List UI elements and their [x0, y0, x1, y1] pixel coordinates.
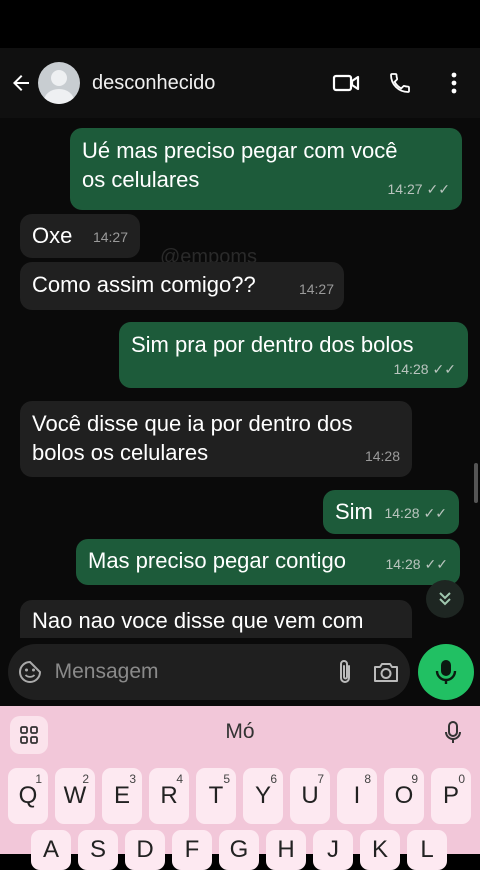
- message-incoming[interactable]: Oxe 14:27: [20, 214, 140, 258]
- contact-name[interactable]: desconhecido: [92, 72, 326, 95]
- video-call-icon: [332, 74, 360, 92]
- composer-bar: [0, 638, 480, 706]
- message-outgoing[interactable]: Sim pra por dentro dos bolos 14:28 ✓✓: [119, 322, 468, 388]
- status-bar: [0, 0, 480, 48]
- message-outgoing[interactable]: Ué mas preciso pegar com você os celular…: [70, 128, 462, 210]
- keyboard-toolbar: Mó: [0, 706, 480, 758]
- key-r[interactable]: R4: [149, 768, 189, 824]
- voice-message-button[interactable]: [418, 644, 474, 700]
- key-d[interactable]: D: [125, 830, 165, 870]
- video-call-button[interactable]: [326, 63, 366, 103]
- message-time: 14:28: [385, 556, 421, 572]
- key-s[interactable]: S: [78, 830, 118, 870]
- key-p[interactable]: P0: [431, 768, 471, 824]
- message-text-line: Como assim comigo??: [32, 272, 256, 297]
- message-text-line: Você disse que ia por dentro dos: [32, 411, 353, 436]
- word-suggestion[interactable]: Mó: [0, 720, 480, 744]
- message-time: 14:28: [384, 505, 420, 521]
- phone-icon: [390, 73, 410, 93]
- soft-keyboard: Mó Q1W2E3R4T5Y6U7I8O9P0 ASDFGHJKL: [0, 706, 480, 870]
- back-button[interactable]: [4, 66, 38, 100]
- message-list[interactable]: @empoms Ué mas preciso pegar com você os…: [0, 118, 480, 638]
- camera-button[interactable]: [362, 660, 410, 684]
- paperclip-icon: [339, 660, 350, 683]
- key-e[interactable]: E3: [102, 768, 142, 824]
- sticker-icon: [19, 660, 42, 683]
- key-l[interactable]: L: [407, 830, 447, 870]
- more-options-button[interactable]: [434, 63, 474, 103]
- more-vert-icon: [451, 72, 457, 94]
- key-o[interactable]: O9: [384, 768, 424, 824]
- message-incoming[interactable]: Como assim comigo?? 14:27: [20, 262, 344, 310]
- read-ticks-icon: ✓✓: [432, 361, 456, 377]
- microphone-icon: [435, 660, 457, 684]
- message-input-container[interactable]: [8, 644, 410, 700]
- camera-icon: [373, 663, 398, 682]
- message-text-line: bolos os celulares: [32, 440, 209, 465]
- message-time: 14:27: [92, 229, 128, 245]
- back-arrow-icon: [13, 75, 29, 91]
- double-chevron-down-icon: [439, 592, 451, 606]
- key-w[interactable]: W2: [55, 768, 95, 824]
- attach-button[interactable]: [328, 658, 362, 686]
- message-text-line: Nao nao voce disse que vem com: [32, 608, 364, 633]
- read-ticks-icon: ✓✓: [424, 556, 448, 572]
- keyboard-voice-button[interactable]: [438, 718, 468, 748]
- key-j[interactable]: J: [313, 830, 353, 870]
- message-incoming[interactable]: Nao nao voce disse que vem com: [20, 600, 412, 638]
- key-a[interactable]: A: [31, 830, 71, 870]
- message-text-line: Sim: [335, 499, 373, 524]
- key-i[interactable]: I8: [337, 768, 377, 824]
- key-u[interactable]: U7: [290, 768, 330, 824]
- message-text-line: Oxe: [32, 223, 73, 248]
- voice-call-button[interactable]: [380, 63, 420, 103]
- key-h[interactable]: H: [266, 830, 306, 870]
- message-input[interactable]: [52, 651, 328, 693]
- emoji-button[interactable]: [8, 659, 53, 685]
- message-text-line: Ué mas preciso pegar com você: [82, 138, 398, 163]
- chat-header: desconhecido: [0, 48, 480, 118]
- message-outgoing[interactable]: Mas preciso pegar contigo 14:28 ✓✓: [76, 539, 460, 585]
- message-time: 14:28: [393, 361, 429, 377]
- message-time: 14:27: [298, 281, 334, 297]
- read-ticks-icon: ✓✓: [423, 505, 447, 521]
- key-g[interactable]: G: [219, 830, 259, 870]
- scrollbar[interactable]: [474, 463, 478, 503]
- microphone-icon: [445, 721, 461, 743]
- key-y[interactable]: Y6: [243, 768, 283, 824]
- read-ticks-icon: ✓✓: [426, 181, 450, 197]
- key-q[interactable]: Q1: [8, 768, 48, 824]
- key-t[interactable]: T5: [196, 768, 236, 824]
- key-k[interactable]: K: [360, 830, 400, 870]
- avatar[interactable]: [38, 62, 80, 104]
- scroll-to-bottom-button[interactable]: [426, 580, 464, 618]
- key-f[interactable]: F: [172, 830, 212, 870]
- message-incoming[interactable]: Você disse que ia por dentro dos bolos o…: [20, 401, 412, 477]
- message-time: 14:28: [364, 448, 400, 464]
- keyboard-row-2: ASDFGHJKL: [0, 830, 480, 870]
- message-text-line: Mas preciso pegar contigo: [88, 548, 347, 573]
- message-time: 14:27: [387, 181, 423, 197]
- message-outgoing[interactable]: Sim 14:28 ✓✓: [323, 490, 459, 534]
